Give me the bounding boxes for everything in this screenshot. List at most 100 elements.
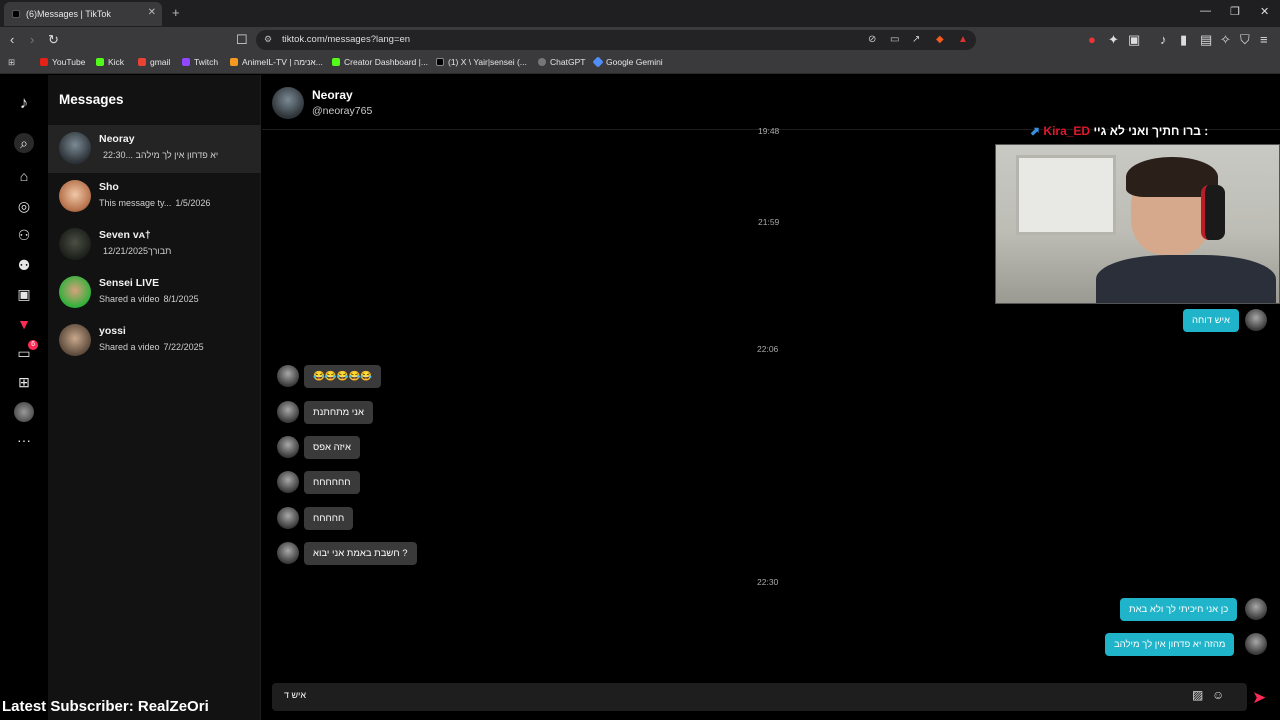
avatar — [277, 401, 299, 423]
bookmark-icon[interactable]: ☐ — [236, 32, 248, 48]
headphones-image — [1201, 185, 1225, 240]
received-message[interactable]: חחחחחח — [304, 471, 360, 494]
bookmark-gemini[interactable]: Google Gemini — [592, 56, 663, 68]
address-bar[interactable]: ⚙ tiktok.com/messages?lang=en ⊘ ▭ ↗ ◆ ▲ — [256, 30, 976, 50]
close-tab-icon[interactable]: ✕ — [148, 7, 156, 18]
chat-contact-username[interactable]: @neoray765 — [312, 105, 372, 117]
timestamp: 22:06 — [757, 344, 779, 354]
youtube-icon — [40, 58, 48, 66]
sent-message[interactable]: איש דוחה — [1183, 309, 1240, 332]
browser-tab-bar: (6)Messages | TikTok ✕ + — ❐ ✕ — [0, 0, 1280, 27]
kick-icon — [96, 58, 104, 66]
send-icon[interactable]: ➤ — [1252, 688, 1266, 708]
forward-icon[interactable]: › — [30, 32, 34, 47]
menu-icon[interactable]: ≡ — [1260, 32, 1268, 47]
conversation-list-panel: Messages Neoray יא פדחון אין לך מילהב ..… — [48, 75, 261, 720]
avatar — [59, 324, 91, 356]
bookmark-kick[interactable]: Kick — [96, 57, 124, 67]
messages-icon[interactable]: ▭ 6 — [14, 340, 38, 363]
search-icon[interactable]: ⌕ — [14, 133, 34, 153]
chat-contact-name[interactable]: Neoray — [312, 88, 353, 102]
received-message[interactable]: 😂😂😂😂😂 — [304, 365, 382, 388]
sidebar-icon[interactable]: ▮ — [1180, 32, 1187, 48]
bookmark-youtube[interactable]: YouTube — [40, 57, 85, 67]
extensions-icon[interactable]: ✦ — [1108, 32, 1119, 48]
minimize-icon[interactable]: — — [1200, 5, 1211, 17]
cast-icon[interactable]: ▭ — [890, 34, 899, 45]
avatar — [1245, 633, 1267, 655]
live-icon[interactable]: ▣ — [14, 284, 34, 304]
bookmark-animeil[interactable]: AnimeIL-TV | אנימה... — [230, 57, 323, 67]
record-icon[interactable]: ● — [1088, 32, 1096, 47]
avatar — [277, 365, 299, 387]
site-info-icon[interactable]: ⚙ — [264, 34, 272, 45]
conversation-item[interactable]: Sho This message ty... 1/5/2026 — [48, 173, 261, 221]
emoji-icon[interactable]: ☺ — [1212, 688, 1224, 702]
close-window-icon[interactable]: ✕ — [1260, 5, 1269, 18]
avatar[interactable] — [272, 87, 304, 119]
restore-icon[interactable]: ❐ — [1230, 5, 1240, 18]
chatgpt-icon — [538, 58, 546, 66]
conversation-item[interactable]: yossi Shared a video 7/22/2025 — [48, 317, 261, 365]
leo-ai-icon[interactable]: ✧ — [1220, 32, 1231, 48]
overlay-username: Kira_ED — [1043, 124, 1091, 138]
explore-icon[interactable]: ◎ — [14, 196, 34, 216]
received-message[interactable]: אני מתחתנת — [304, 401, 373, 424]
received-message[interactable]: איזה אפס — [304, 436, 360, 459]
bookmark-creator-dashboard[interactable]: Creator Dashboard |... — [332, 57, 428, 67]
bookmark-gmail[interactable]: gmail — [138, 57, 170, 67]
profile-avatar[interactable] — [14, 402, 34, 422]
x-icon — [436, 58, 444, 66]
more-icon[interactable]: ··· — [14, 430, 34, 450]
timestamp: 21:59 — [758, 217, 780, 227]
share-icon[interactable]: ↗ — [912, 34, 920, 45]
brave-shield-icon[interactable]: ◆ — [936, 34, 944, 45]
message-input[interactable] — [284, 690, 1184, 700]
apps-icon[interactable]: ⊞ — [8, 57, 15, 68]
received-message[interactable]: חשבת באמת אני יבוא ? — [304, 542, 417, 565]
avatar — [277, 436, 299, 458]
url-text: tiktok.com/messages?lang=en — [282, 34, 411, 45]
avatar — [59, 276, 91, 308]
activity-icon[interactable]: ▼ — [14, 314, 34, 334]
no-tracking-icon[interactable]: ⊘ — [868, 34, 876, 45]
conversation-item[interactable]: Neoray יא פדחון אין לך מילהב ...22:30 — [48, 125, 261, 173]
bookmark-x[interactable]: (1) X \ Yair|sensei (... — [436, 57, 527, 67]
animeil-icon — [230, 58, 238, 66]
browser-tab[interactable]: (6)Messages | TikTok ✕ — [4, 2, 162, 26]
home-icon[interactable]: ⌂ — [14, 166, 34, 186]
sent-message[interactable]: מהזה יא פדחון אין לך מילהב — [1105, 633, 1235, 656]
kick-icon — [332, 58, 340, 66]
timestamp: 19:48 — [758, 126, 780, 136]
capture-icon[interactable]: ▣ — [1128, 32, 1140, 48]
brave-rewards-icon[interactable]: ▲ — [958, 34, 968, 45]
overlay-message: ברו חתיך ואני לא גיי : — [1093, 124, 1209, 138]
conversation-item[interactable]: Sensei LIVE Shared a video 8/1/2025 — [48, 269, 261, 317]
vpn-icon[interactable]: ⛉ — [1240, 32, 1250, 48]
media-icon[interactable]: ♪ — [1160, 32, 1167, 47]
avatar — [277, 471, 299, 493]
conversation-item[interactable]: Seven ᴠᴀ† תבורך12/21/2025 — [48, 221, 261, 269]
received-message[interactable]: חחחחח — [304, 507, 354, 530]
image-upload-icon[interactable]: ▨ — [1192, 688, 1203, 702]
gmail-icon — [138, 58, 146, 66]
friends-icon[interactable]: ⚉ — [14, 255, 34, 275]
reload-icon[interactable]: ↻ — [48, 32, 59, 48]
bookmark-twitch[interactable]: Twitch — [182, 57, 218, 67]
new-tab-icon[interactable]: + — [172, 5, 180, 20]
back-icon[interactable]: ‹ — [10, 32, 14, 47]
wallet-icon[interactable]: ▤ — [1200, 32, 1212, 48]
latest-subscriber-overlay: Latest Subscriber: RealZeOri — [2, 698, 209, 715]
bookmark-chatgpt[interactable]: ChatGPT — [538, 57, 585, 67]
upload-icon[interactable]: ⊞ — [14, 372, 34, 392]
tiktok-logo-icon[interactable]: ♪ — [14, 93, 34, 113]
bookmarks-bar: ⊞ YouTube Kick gmail Twitch AnimeIL-TV |… — [0, 53, 1280, 74]
following-icon[interactable]: ⚇ — [14, 225, 34, 245]
share-icon: ⬈ — [1030, 124, 1041, 138]
avatar — [59, 228, 91, 260]
timestamp: 22:30 — [757, 577, 779, 587]
message-composer — [272, 683, 1247, 711]
webcam-window-image — [1016, 155, 1116, 235]
sent-message[interactable]: כן אני חיכיתי לך ולא באת — [1120, 598, 1238, 621]
stream-chat-overlay: ⬈ Kira_ED ברו חתיך ואני לא גיי : — [1030, 124, 1208, 138]
